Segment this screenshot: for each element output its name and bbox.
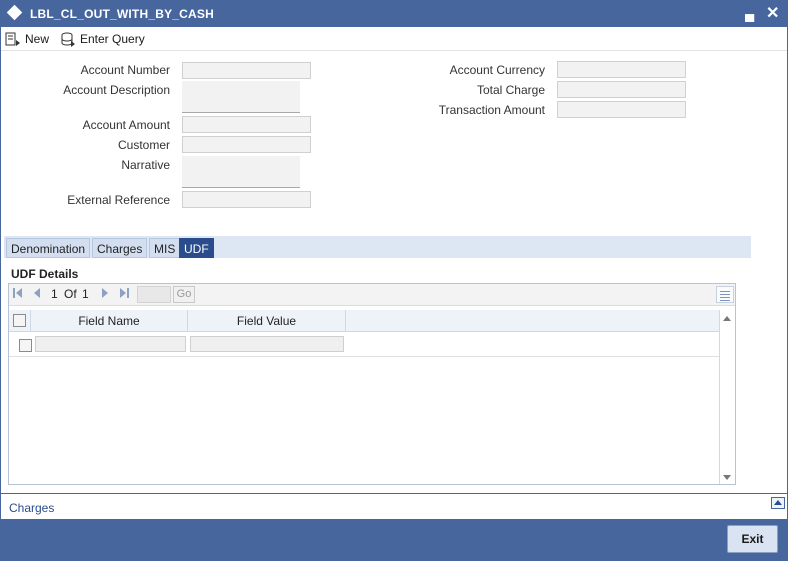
tab-mis[interactable]: MIS — [149, 238, 181, 258]
charges-link[interactable]: Charges — [9, 501, 54, 515]
field-value-header[interactable]: Field Value — [188, 310, 346, 332]
external-reference-field[interactable] — [182, 191, 311, 208]
table-row — [9, 333, 719, 357]
account-description-field[interactable] — [182, 81, 300, 113]
first-page-icon[interactable] — [13, 287, 23, 302]
window-title: LBL_CL_OUT_WITH_BY_CASH — [30, 7, 214, 21]
account-currency-label: Account Currency — [449, 63, 545, 77]
new-button[interactable]: New — [5, 29, 49, 49]
page-number-input[interactable] — [137, 286, 171, 303]
total-charge-field[interactable] — [557, 81, 686, 98]
grid-vertical-scrollbar[interactable] — [719, 310, 735, 484]
scroll-up-arrow-icon[interactable] — [723, 316, 731, 321]
app-diamond-icon — [6, 4, 23, 21]
new-button-label: New — [25, 32, 50, 46]
transaction-amount-field[interactable] — [557, 101, 686, 118]
tab-strip: Denomination Charges MIS UDF — [4, 236, 751, 258]
toolbar: New Enter Query — [1, 27, 787, 51]
row-checkbox[interactable] — [19, 339, 32, 352]
tab-udf[interactable]: UDF — [179, 238, 214, 258]
expand-up-icon[interactable] — [771, 497, 785, 509]
account-amount-field[interactable] — [182, 116, 311, 133]
account-amount-label: Account Amount — [82, 118, 170, 132]
app-window: LBL_CL_OUT_WITH_BY_CASH ▄ ✕ New Enter Qu… — [0, 0, 788, 561]
narrative-field[interactable] — [182, 156, 300, 188]
go-button[interactable]: Go — [173, 286, 195, 303]
scroll-down-arrow-icon[interactable] — [723, 475, 731, 480]
current-page: 1 — [51, 287, 58, 301]
column-list-icon[interactable] — [716, 286, 734, 303]
external-reference-label: External Reference — [67, 193, 170, 207]
total-pages: 1 — [82, 287, 89, 301]
footer-bar: Exit — [1, 519, 787, 561]
database-query-icon — [60, 32, 76, 47]
transaction-amount-label: Transaction Amount — [438, 103, 545, 117]
customer-field[interactable] — [182, 136, 311, 153]
new-document-icon — [5, 32, 21, 47]
tab-charges[interactable]: Charges — [92, 238, 148, 258]
enter-query-button[interactable]: Enter Query — [60, 29, 145, 49]
last-page-icon[interactable] — [119, 287, 129, 302]
customer-label: Customer — [117, 138, 170, 152]
enter-query-button-label: Enter Query — [80, 32, 145, 46]
select-all-cell — [9, 310, 31, 332]
account-number-label: Account Number — [80, 63, 170, 77]
next-page-icon[interactable] — [101, 287, 109, 302]
select-all-checkbox[interactable] — [13, 314, 26, 327]
field-name-input[interactable] — [35, 336, 186, 352]
account-description-label: Account Description — [63, 83, 170, 97]
close-icon[interactable]: ✕ — [766, 3, 779, 23]
title-bar: LBL_CL_OUT_WITH_BY_CASH ▄ ✕ — [1, 1, 787, 27]
total-charge-label: Total Charge — [476, 83, 545, 97]
minimize-icon[interactable]: ▄ — [745, 6, 754, 21]
account-currency-field[interactable] — [557, 61, 686, 78]
page-of-label: Of — [64, 287, 77, 301]
udf-details-title: UDF Details — [11, 267, 79, 281]
bottom-link-bar: Charges — [1, 493, 787, 519]
field-value-input[interactable] — [190, 336, 344, 352]
tab-denomination[interactable]: Denomination — [6, 238, 91, 258]
narrative-label: Narrative — [121, 158, 170, 172]
field-name-header[interactable]: Field Name — [31, 310, 188, 332]
grid-pager: 1 Of 1 Go — [9, 284, 735, 306]
udf-grid: 1 Of 1 Go Field Name Field Value — [8, 283, 736, 485]
grid-header-row: Field Name Field Value — [9, 310, 719, 332]
previous-page-icon[interactable] — [33, 287, 41, 302]
account-number-field[interactable] — [182, 62, 311, 79]
exit-button[interactable]: Exit — [727, 525, 778, 553]
